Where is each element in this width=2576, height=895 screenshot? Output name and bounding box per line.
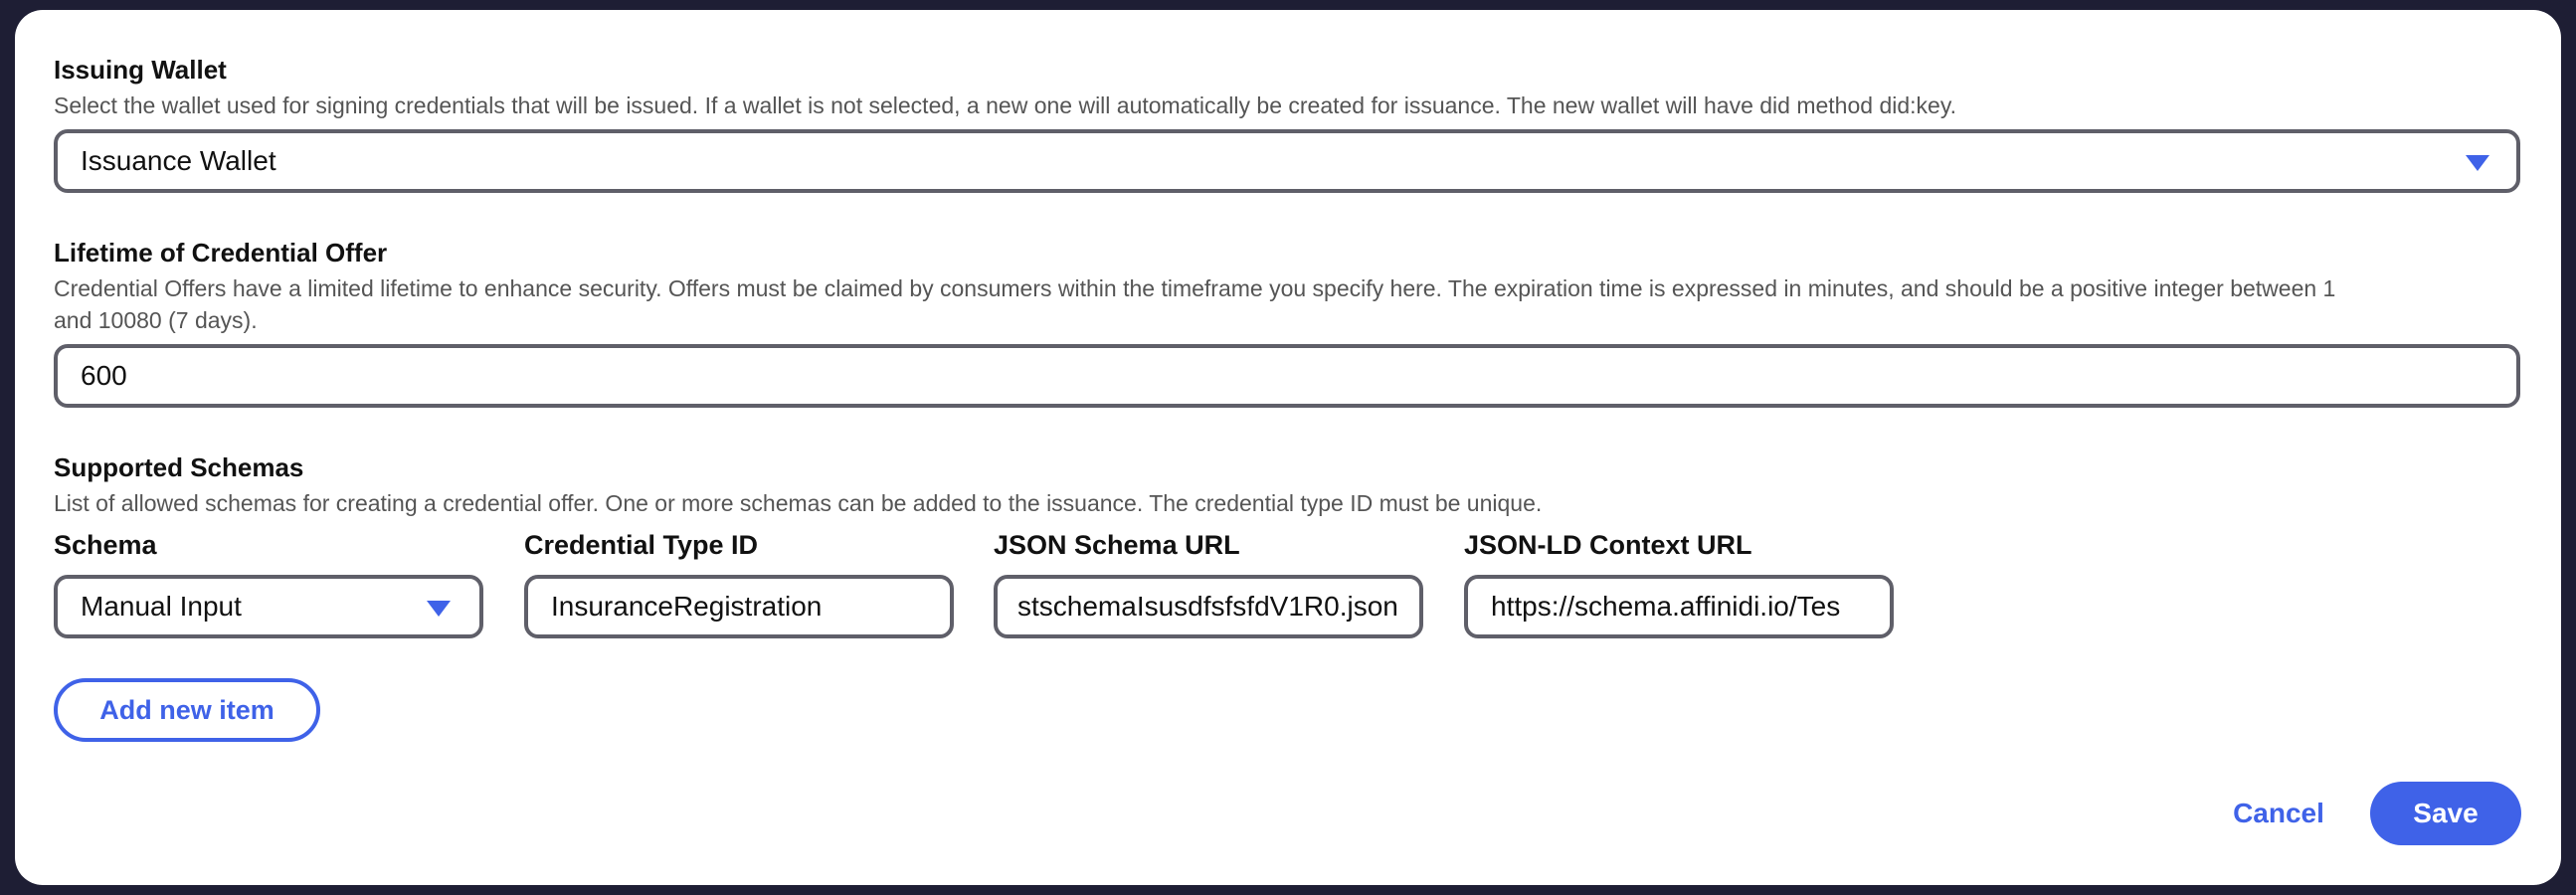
jsonld-context-url-input[interactable]: https://schema.affinidi.io/Tes [1464, 575, 1894, 638]
issuing-wallet-title: Issuing Wallet [54, 55, 227, 85]
schema-select[interactable]: Manual Input [54, 575, 483, 638]
credential-type-id-value: InsuranceRegistration [551, 591, 823, 622]
credential-type-id-input[interactable]: InsuranceRegistration [524, 575, 954, 638]
issuing-wallet-select[interactable]: Issuance Wallet [54, 129, 2520, 193]
add-new-item-button[interactable]: Add new item [54, 678, 320, 742]
column-label-credential-type-id: Credential Type ID [524, 530, 759, 560]
json-schema-url-value: stschemaIsusdfsfsfdV1R0.json [1017, 591, 1398, 622]
column-label-json-schema-url: JSON Schema URL [994, 530, 1240, 560]
lifetime-input[interactable]: 600 [54, 344, 2520, 408]
modal-panel: Issuing Wallet Select the wallet used fo… [15, 10, 2561, 885]
lifetime-description-line2: and 10080 (7 days). [54, 307, 258, 333]
schemas-title: Supported Schemas [54, 452, 304, 482]
column-label-schema: Schema [54, 530, 157, 560]
lifetime-input-value: 600 [81, 360, 127, 391]
issuing-wallet-selected-value: Issuance Wallet [81, 145, 276, 176]
schemas-description: List of allowed schemas for creating a c… [54, 490, 1543, 516]
issuing-wallet-description: Select the wallet used for signing crede… [54, 92, 1956, 118]
schema-selected-value: Manual Input [81, 591, 242, 622]
save-button[interactable]: Save [2370, 782, 2521, 845]
jsonld-context-url-value: https://schema.affinidi.io/Tes [1491, 591, 1841, 622]
chevron-down-icon [427, 601, 451, 617]
lifetime-description-line1: Credential Offers have a limited lifetim… [54, 275, 2336, 301]
cancel-button[interactable]: Cancel [2209, 782, 2348, 845]
json-schema-url-input[interactable]: stschemaIsusdfsfsfdV1R0.json [994, 575, 1423, 638]
lifetime-title: Lifetime of Credential Offer [54, 238, 388, 268]
column-label-jsonld-context-url: JSON-LD Context URL [1464, 530, 1752, 560]
chevron-down-icon [2466, 155, 2489, 171]
